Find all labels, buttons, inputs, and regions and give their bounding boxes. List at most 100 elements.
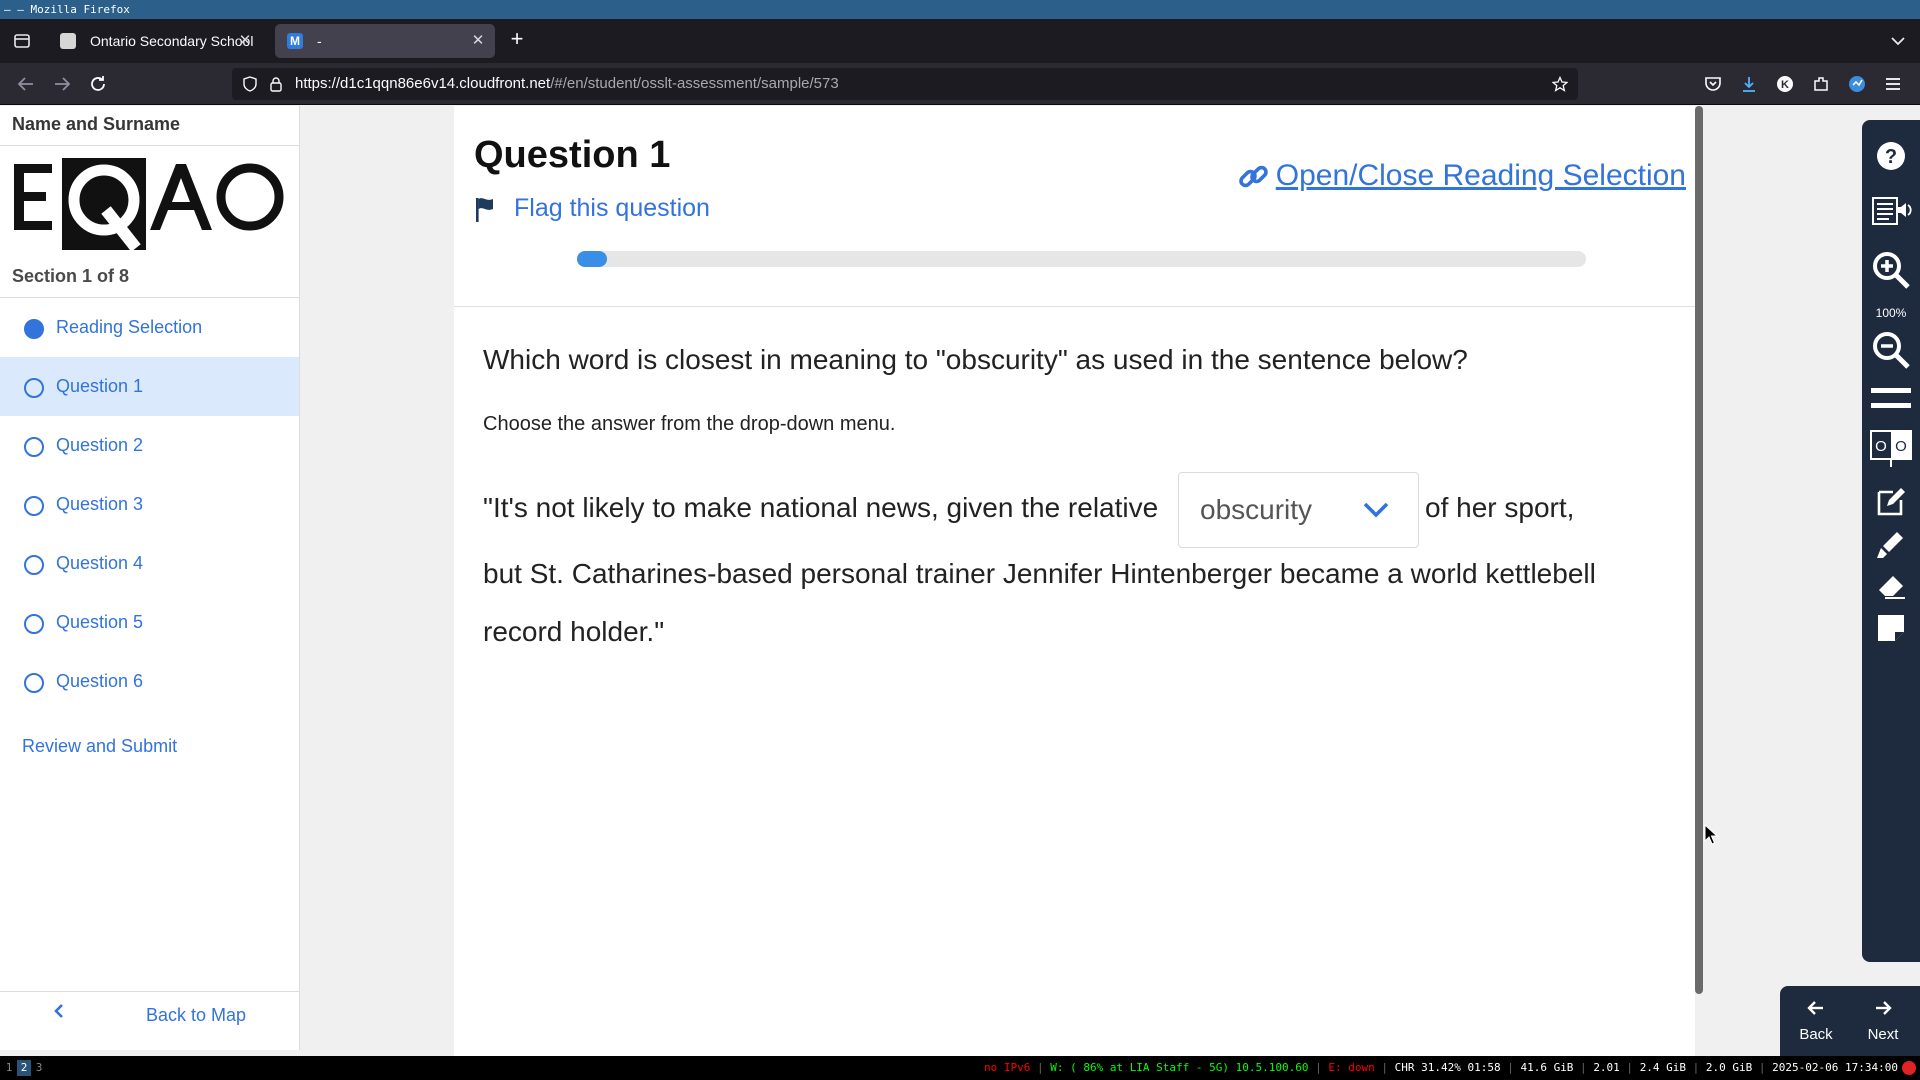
download-icon[interactable] bbox=[1739, 74, 1759, 94]
passage-text-part-2: of her sport, bbox=[1425, 492, 1575, 523]
close-tab-icon[interactable]: ✕ bbox=[236, 24, 254, 58]
back-to-map-label: Back to Map bbox=[146, 1005, 247, 1025]
sidebar-item-question-3[interactable]: Question 3 bbox=[0, 475, 299, 534]
account-k-icon[interactable]: K bbox=[1775, 74, 1795, 94]
disk-status: 41.6 GiB bbox=[1520, 1061, 1574, 1074]
text-to-speech-icon[interactable] bbox=[1871, 194, 1913, 226]
svg-text:O: O bbox=[1875, 438, 1887, 455]
help-icon[interactable]: ? bbox=[1875, 140, 1907, 172]
chevron-down-icon bbox=[1363, 502, 1389, 518]
flag-question-label: Flag this question bbox=[514, 194, 710, 222]
eqao-logo bbox=[14, 158, 284, 250]
sidebar-item-label: Question 6 bbox=[56, 671, 144, 691]
radio-circle-icon bbox=[24, 496, 44, 516]
datetime-status: 2025-02-06 17:34:00 bbox=[1772, 1061, 1898, 1074]
memory-status: 2.4 GiB bbox=[1639, 1061, 1687, 1074]
workspace-3[interactable]: 3 bbox=[32, 1060, 46, 1076]
highlighter-icon[interactable] bbox=[1875, 528, 1907, 560]
close-tab-icon[interactable]: ✕ bbox=[469, 24, 487, 58]
question-panel: Question 1 Flag this question Open/Close… bbox=[454, 106, 1703, 1056]
next-button[interactable]: Next bbox=[1853, 986, 1913, 1056]
answer-dropdown[interactable]: obscurity bbox=[1178, 472, 1419, 548]
hamburger-menu-icon[interactable] bbox=[1883, 74, 1903, 94]
notification-dot-icon[interactable] bbox=[1902, 1061, 1916, 1075]
radio-circle-icon bbox=[24, 378, 44, 398]
sidebar-item-reading-selection[interactable]: Reading Selection bbox=[0, 298, 299, 357]
svg-text:K: K bbox=[1781, 79, 1789, 91]
back-button[interactable]: Back bbox=[1786, 986, 1846, 1056]
zoom-in-icon[interactable] bbox=[1871, 250, 1911, 290]
workspace-2[interactable]: 2 bbox=[17, 1060, 31, 1076]
scrollbar[interactable] bbox=[1695, 106, 1703, 994]
zoom-out-icon[interactable] bbox=[1871, 330, 1911, 370]
bookmark-star-icon[interactable] bbox=[1552, 76, 1568, 92]
sidebar-item-question-5[interactable]: Question 5 bbox=[0, 593, 299, 652]
passage-text-line-3: record holder." bbox=[483, 616, 665, 647]
next-label: Next bbox=[1867, 1026, 1899, 1043]
zoom-level: 100% bbox=[1875, 306, 1907, 320]
sidebar-item-question-6[interactable]: Question 6 bbox=[0, 652, 299, 711]
hi-contrast-icon[interactable]: O O bbox=[1870, 430, 1912, 468]
divider bbox=[454, 306, 1695, 307]
lock-icon[interactable] bbox=[268, 76, 284, 92]
back-label: Back bbox=[1799, 1026, 1833, 1043]
cpu-status: CHR 31.42% 01:58 bbox=[1394, 1061, 1501, 1074]
site-favicon-icon: M bbox=[287, 33, 303, 49]
svg-text:?: ? bbox=[1885, 146, 1897, 168]
radio-circle-icon bbox=[24, 673, 44, 693]
shield-icon[interactable] bbox=[242, 76, 258, 92]
chevron-down-icon[interactable] bbox=[1888, 31, 1908, 51]
sidebar-item-label: Question 1 bbox=[56, 376, 144, 396]
site-favicon-icon bbox=[60, 33, 76, 49]
open-close-reading-link[interactable]: Open/Close Reading Selection bbox=[1238, 156, 1686, 196]
radio-circle-icon bbox=[24, 614, 44, 634]
sticky-note-icon[interactable] bbox=[1875, 612, 1907, 644]
question-sidebar: Name and Surname Section 1 of 8 Reading … bbox=[0, 106, 300, 1050]
pocket-icon[interactable] bbox=[1703, 74, 1723, 94]
status-indicators: no IPv6 | W: ( 86% at LIA Staff - 5G) 10… bbox=[984, 1056, 1920, 1080]
reload-icon[interactable] bbox=[86, 72, 110, 96]
navigation-bar: https://d1c1qqn86e6v14.cloudfront.net/#/… bbox=[0, 63, 1920, 105]
sidebar-item-question-2[interactable]: Question 2 bbox=[0, 416, 299, 475]
window-title: – — Mozilla Firefox bbox=[0, 0, 1920, 19]
svg-text:O: O bbox=[1895, 438, 1907, 455]
eraser-icon[interactable] bbox=[1875, 570, 1907, 602]
sidebar-item-label: Question 5 bbox=[56, 612, 144, 632]
browser-tab[interactable]: Ontario Secondary School ✕ bbox=[48, 24, 262, 58]
forward-arrow-icon[interactable] bbox=[50, 72, 74, 96]
student-name: Name and Surname bbox=[12, 114, 181, 134]
question-prompt: Which word is closest in meaning to "obs… bbox=[483, 344, 1468, 375]
tab-list-icon[interactable] bbox=[12, 31, 32, 51]
line-reader-icon[interactable] bbox=[1870, 382, 1912, 414]
load-status: 2.01 bbox=[1593, 1061, 1620, 1074]
new-tab-button[interactable]: + bbox=[505, 28, 529, 52]
back-to-map-button[interactable]: Back to Map bbox=[0, 992, 299, 1038]
sidebar-item-question-1[interactable]: Question 1 bbox=[0, 357, 299, 416]
workspace-1[interactable]: 1 bbox=[2, 1060, 16, 1076]
passage-text-part-1: "It's not likely to make national news, … bbox=[483, 492, 1159, 523]
notepad-edit-icon[interactable] bbox=[1875, 486, 1907, 518]
question-instruction: Choose the answer from the drop-down men… bbox=[483, 413, 896, 435]
divider bbox=[0, 145, 300, 146]
extension-badge-icon[interactable] bbox=[1847, 74, 1867, 94]
back-arrow-icon[interactable] bbox=[14, 72, 38, 96]
url-host: https://d1c1qqn86e6v14.cloudfront.net bbox=[295, 75, 551, 92]
tab-title: - bbox=[317, 33, 322, 49]
radio-circle-icon bbox=[24, 555, 44, 575]
url-text[interactable]: https://d1c1qqn86e6v14.cloudfront.net/#/… bbox=[295, 68, 839, 100]
progress-bar bbox=[577, 251, 1586, 267]
sidebar-item-label: Question 4 bbox=[56, 553, 144, 573]
sidebar-item-question-4[interactable]: Question 4 bbox=[0, 534, 299, 593]
arrow-left-icon bbox=[1807, 1001, 1823, 1015]
sidebar-item-label: Reading Selection bbox=[56, 317, 203, 337]
review-and-submit-link[interactable]: Review and Submit bbox=[22, 736, 177, 757]
question-title: Question 1 bbox=[474, 134, 671, 176]
flag-icon bbox=[476, 198, 493, 222]
arrow-right-icon bbox=[1876, 1001, 1892, 1015]
mouse-cursor-icon bbox=[1704, 824, 1718, 845]
link-icon bbox=[1238, 165, 1268, 188]
url-bar[interactable]: https://d1c1qqn86e6v14.cloudfront.net/#/… bbox=[232, 68, 1578, 100]
ipv6-status: no IPv6 bbox=[983, 1061, 1031, 1074]
browser-tab-active[interactable]: M - ✕ bbox=[275, 24, 495, 58]
extensions-icon[interactable] bbox=[1811, 74, 1831, 94]
